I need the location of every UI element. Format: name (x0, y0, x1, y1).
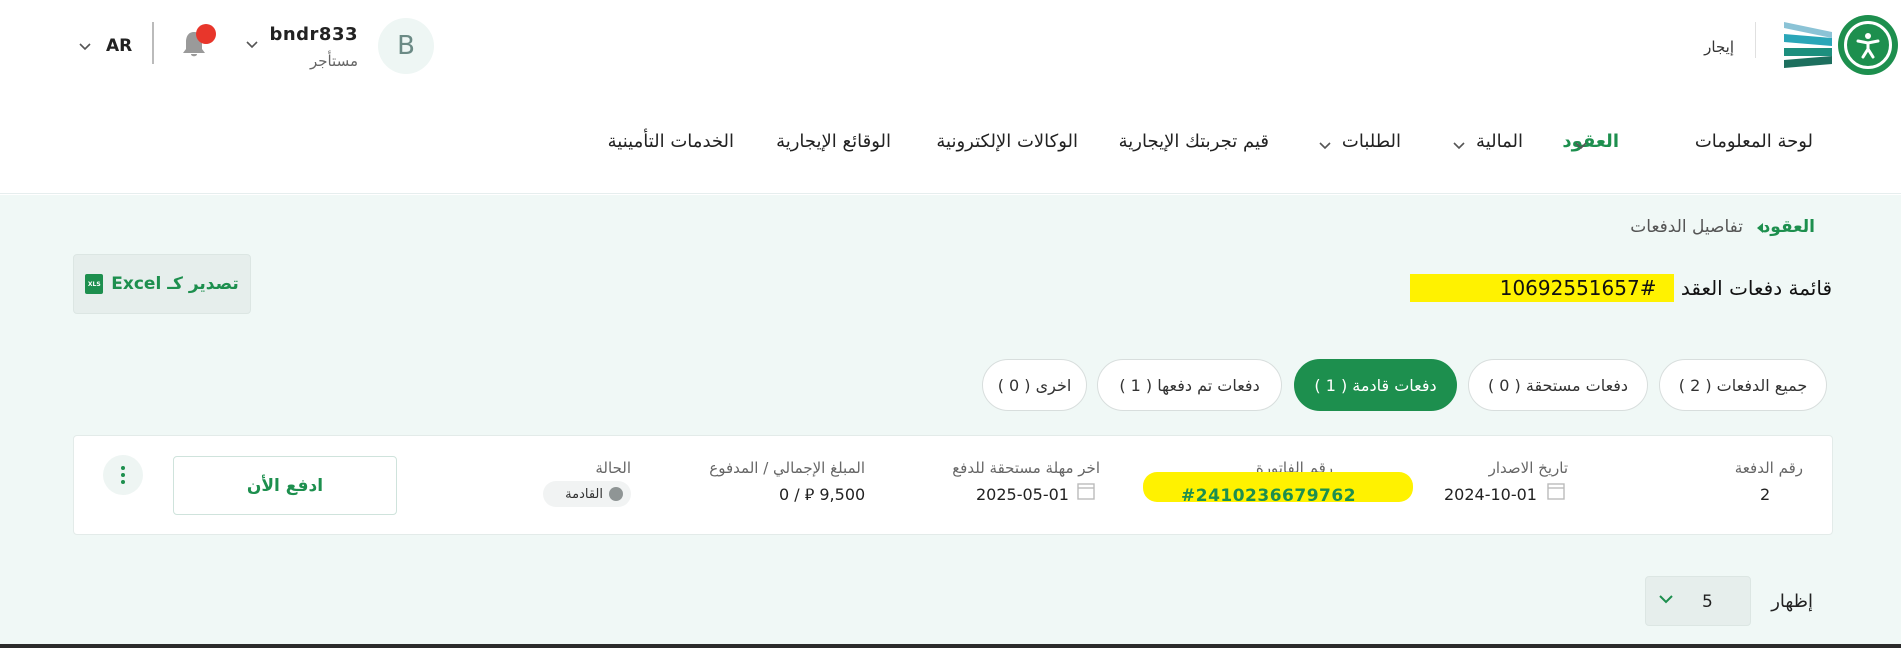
issue-date: 2024-10-01 (1444, 485, 1537, 504)
accessibility-button[interactable] (1838, 15, 1898, 75)
riyal-icon: ⃁ (804, 485, 815, 504)
chevron-down-icon[interactable] (1658, 592, 1674, 606)
breadcrumb-contracts[interactable]: العقود (1762, 217, 1815, 237)
export-excel-button[interactable]: تصدير كـ Excel XLS (73, 254, 251, 314)
header-divider (152, 22, 154, 64)
status-label: الحالة (595, 459, 631, 477)
page-size-label: إظهار (1771, 591, 1813, 612)
page-title-text: قائمة دفعات العقد (1680, 276, 1832, 300)
more-options-icon[interactable] (103, 455, 143, 495)
nav-contracts[interactable]: العقود (1562, 131, 1619, 152)
brand-text: إيجار (1704, 38, 1734, 56)
chevron-down-icon[interactable] (1318, 140, 1332, 152)
user-name[interactable]: bndr833 (269, 24, 358, 45)
user-role: مستأجر (309, 52, 358, 70)
tab-all-payments[interactable]: جميع الدفعات ( 2 ) (1659, 359, 1827, 411)
tab-other-payments[interactable]: اخرى ( 0 ) (982, 359, 1087, 411)
nav-insurance-services[interactable]: الخدمات التأمينية (608, 131, 734, 152)
nav-finance[interactable]: المالية (1476, 131, 1523, 152)
nav-dashboard[interactable]: لوحة المعلومات (1695, 131, 1813, 152)
main-content (0, 195, 1901, 648)
export-excel-label: تصدير كـ Excel (111, 274, 239, 294)
chevron-down-icon[interactable] (78, 39, 92, 53)
amount-separator: / (794, 485, 800, 504)
page-title: قائمة دفعات العقد #10692551657 (1409, 274, 1832, 302)
breadcrumb-current: تفاصيل الدفعات (1630, 217, 1743, 237)
top-header: إيجار B bndr833 مستأجر AR لوحة المعلومات… (0, 0, 1901, 194)
xls-file-icon: XLS (85, 274, 104, 294)
nav-rental-incidents[interactable]: الوقائع الإيجارية (776, 131, 891, 152)
language-selector[interactable]: AR (106, 36, 132, 56)
calendar-icon (1547, 483, 1565, 500)
pay-now-button[interactable]: ادفع الأن (173, 456, 397, 515)
breadcrumb-arrow-icon (1757, 223, 1763, 233)
payment-number: 2 (1760, 485, 1771, 504)
tab-due-payments[interactable]: دفعات مستحقة ( 0 ) (1468, 359, 1648, 411)
amount-paid: 0 (779, 485, 790, 504)
payment-number-label: رقم الدفعة (1734, 459, 1803, 477)
nav-rate-experience[interactable]: قيم تجربتك الإيجارية (1119, 131, 1269, 152)
avatar[interactable]: B (378, 18, 434, 74)
due-date: 2025-05-01 (976, 485, 1069, 504)
status-text: القادمة (565, 486, 603, 502)
chevron-down-icon[interactable] (1452, 140, 1466, 152)
page-size-value[interactable]: 5 (1702, 592, 1713, 612)
issue-date-label: تاريخ الاصدار (1488, 459, 1568, 477)
nav-e-agencies[interactable]: الوكالات الإلكترونية (936, 131, 1078, 152)
ejar-logo (1784, 22, 1832, 68)
due-date-label: اخر مهلة مستحقة للدفع (952, 459, 1100, 477)
tab-upcoming-payments[interactable]: دفعات قادمة ( 1 ) (1294, 359, 1457, 411)
amount-value: 0 / ⃁ 9,500 (779, 485, 865, 505)
calendar-icon (1077, 483, 1095, 500)
accessibility-icon (1844, 21, 1892, 69)
amount-total: 9,500 (819, 485, 866, 504)
status-badge: القادمة (543, 481, 631, 507)
contract-number: #10692551657 (1409, 274, 1675, 302)
tab-paid-payments[interactable]: دفعات تم دفعها ( 1 ) (1097, 359, 1282, 411)
bottom-border (0, 644, 1901, 648)
chevron-down-icon[interactable] (245, 37, 259, 51)
invoice-number-link[interactable]: #2410236679762 (1181, 486, 1356, 506)
amount-label: المبلغ الإجمالي / المدفوع (709, 459, 865, 477)
logo-divider (1755, 22, 1756, 58)
nav-requests[interactable]: الطلبات (1342, 131, 1401, 152)
chevron-down-icon[interactable] (1574, 140, 1588, 152)
status-dot-icon (609, 487, 623, 501)
notification-badge (196, 24, 216, 44)
